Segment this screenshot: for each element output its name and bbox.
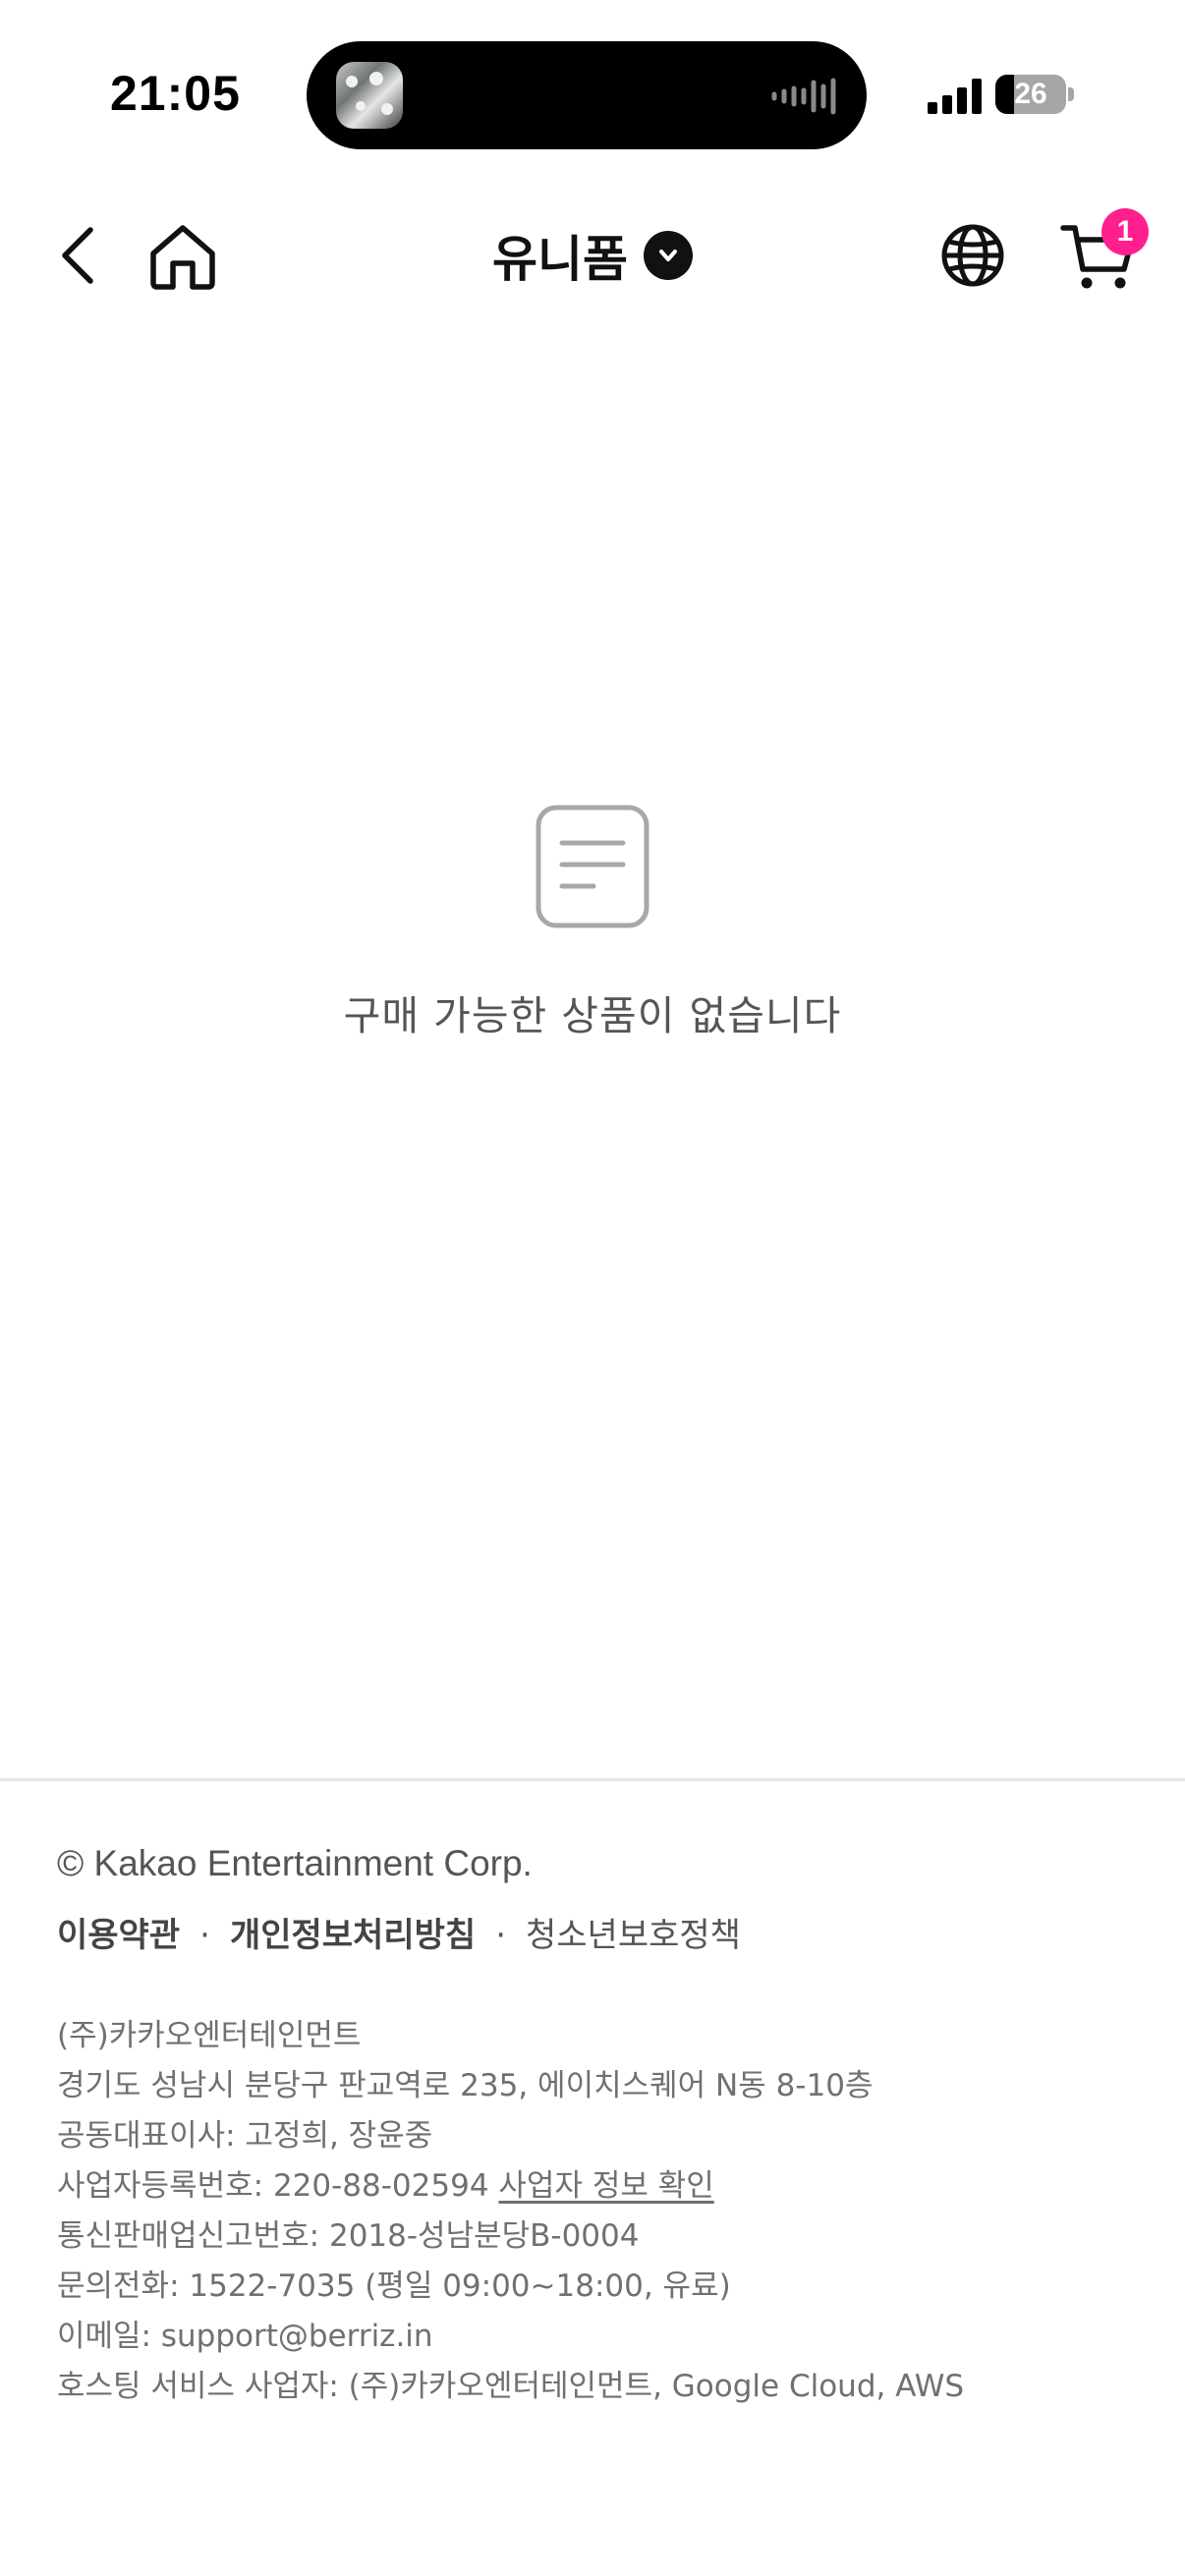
footer-divider — [0, 1778, 1185, 1781]
status-bar: 21:05 26 — [0, 0, 1185, 187]
policy-links: 이용약관 · 개인정보처리방침 · 청소년보호정책 — [57, 1908, 741, 1956]
chevron-down-icon[interactable] — [644, 231, 693, 280]
youth-protection-link[interactable]: 청소년보호정책 — [526, 1916, 741, 1955]
business-number: 사업자등록번호: 220-88-02594 — [57, 2168, 489, 2204]
terms-link[interactable]: 이용약관 — [57, 1916, 180, 1955]
privacy-policy-link[interactable]: 개인정보처리방침 — [230, 1916, 476, 1955]
company-ceo: 공동대표이사: 고정희, 장윤중 — [57, 2118, 433, 2154]
link-separator: · — [495, 1916, 506, 1955]
battery-level: 26 — [1014, 78, 1047, 110]
top-navigation-bar: 유니폼 1 — [0, 187, 1185, 324]
cart-count-badge: 1 — [1101, 208, 1149, 255]
contact-email: 이메일: support@berriz.in — [57, 2319, 433, 2354]
company-address: 경기도 성남시 분당구 판교역로 235, 에이치스퀘어 N동 8-10층 — [57, 2068, 874, 2103]
empty-state-message: 구매 가능한 상품이 없습니다 — [343, 992, 842, 1039]
company-info: (주)카카오엔터테인먼트 경기도 성남시 분당구 판교역로 235, 에이치스퀘… — [57, 2016, 964, 2417]
now-playing-thumbnail — [336, 62, 403, 129]
business-number-line: 사업자등록번호: 220-88-02594 사업자 정보 확인 — [57, 2166, 964, 2216]
status-time: 21:05 — [110, 66, 241, 121]
contact-phone: 문의전화: 1522-7035 (평일 09:00~18:00, 유료) — [57, 2268, 731, 2304]
link-separator: · — [199, 1916, 210, 1955]
globe-icon[interactable] — [939, 222, 1006, 289]
dynamic-island[interactable] — [307, 41, 867, 149]
mail-order-number: 통신판매업신고번호: 2018-성남분당B-0004 — [57, 2218, 640, 2254]
cellular-signal-icon — [928, 79, 982, 114]
business-info-link[interactable]: 사업자 정보 확인 — [498, 2168, 713, 2204]
hosting-provider: 호스팅 서비스 사업자: (주)카카오엔터테인먼트, Google Cloud,… — [57, 2369, 965, 2404]
company-name: (주)카카오엔터테인먼트 — [57, 2018, 362, 2053]
audio-waveform-icon — [771, 78, 836, 115]
document-icon — [536, 805, 649, 928]
page-title: 유니폼 — [492, 231, 628, 288]
copyright: © Kakao Entertainment Corp. — [57, 1843, 533, 1883]
title-selector[interactable]: 유니폼 — [0, 218, 1185, 293]
battery-icon: 26 — [995, 75, 1066, 114]
